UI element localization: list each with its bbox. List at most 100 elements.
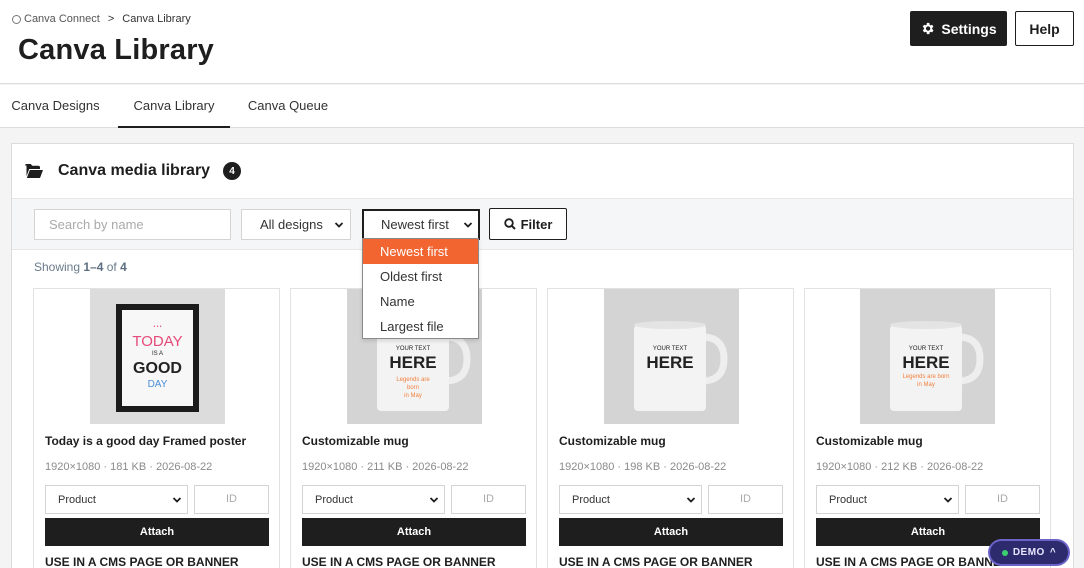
svg-text:Legends are: Legends are: [396, 377, 430, 383]
svg-text:DAY: DAY: [148, 379, 168, 390]
card-title: Customizable mug: [816, 434, 923, 448]
mug-image: YOUR TEXT HERE: [604, 289, 739, 424]
results-summary: Showing 1–4 of 4: [34, 260, 127, 274]
tab-canva-library[interactable]: Canva Library: [118, 85, 230, 128]
card-title: Customizable mug: [559, 434, 666, 448]
sort-option-newest[interactable]: Newest first: [363, 239, 478, 264]
results-of: of: [106, 260, 117, 274]
breadcrumb-current: Canva Library: [122, 13, 191, 25]
svg-text:YOUR TEXT: YOUR TEXT: [396, 346, 431, 352]
svg-text:in May: in May: [404, 393, 422, 399]
svg-text:HERE: HERE: [389, 353, 436, 372]
chevron-down-icon: [943, 497, 953, 503]
breadcrumb-separator: >: [107, 13, 115, 25]
poster-image: • • • TODAY IS A GOOD DAY: [90, 289, 225, 424]
product-select[interactable]: Product: [559, 485, 702, 514]
attach-button[interactable]: Attach: [302, 518, 526, 546]
media-card: • • • TODAY IS A GOOD DAY Today is a goo…: [33, 288, 280, 568]
cms-usage-heading: USE IN A CMS PAGE OR BANNER: [302, 555, 496, 568]
attach-button[interactable]: Attach: [559, 518, 783, 546]
product-select-value: Product: [315, 493, 353, 506]
page-title: Canva Library: [18, 34, 215, 66]
sort-option-largest[interactable]: Largest file: [363, 314, 478, 339]
media-library-panel: Canva media library 4 All designs Newest…: [11, 143, 1074, 568]
id-input[interactable]: ID: [194, 485, 269, 514]
page-header: Canva Connect > Canva Library Canva Libr…: [0, 0, 1084, 84]
svg-text:YOUR TEXT: YOUR TEXT: [909, 346, 944, 352]
media-card: YOUR TEXT HERE Customizable mug 1920×108…: [547, 288, 794, 568]
demo-badge[interactable]: DEMO ^: [988, 539, 1070, 566]
svg-text:in May: in May: [917, 382, 935, 388]
gear-icon: [923, 22, 934, 35]
svg-text:HERE: HERE: [902, 353, 949, 372]
sort-value: Newest first: [381, 217, 449, 232]
mug-thumbnail[interactable]: YOUR TEXT HERE: [604, 289, 739, 424]
chevron-down-icon: [334, 222, 344, 228]
attach-button[interactable]: Attach: [45, 518, 269, 546]
folder-open-icon: [25, 164, 43, 178]
results-prefix: Showing: [34, 260, 81, 274]
product-select-value: Product: [572, 493, 610, 506]
design-type-select[interactable]: All designs: [241, 209, 351, 240]
svg-text:GOOD: GOOD: [133, 360, 182, 377]
status-dot-icon: [1001, 549, 1008, 556]
filter-button-label: Filter: [520, 216, 553, 232]
mug-thumbnail[interactable]: YOUR TEXT HERE Legends are born in May: [860, 289, 995, 424]
breadcrumb-root-link[interactable]: Canva Connect: [24, 13, 100, 25]
svg-text:born: born: [407, 385, 419, 391]
results-range: 1–4: [83, 260, 104, 274]
product-select-value: Product: [58, 493, 96, 506]
sort-dropdown-menu: Newest first Oldest first Name Largest f…: [362, 238, 479, 339]
product-select[interactable]: Product: [45, 485, 188, 514]
search-input[interactable]: [34, 209, 231, 240]
svg-text:HERE: HERE: [646, 353, 693, 372]
card-meta: 1920×1080 · 211 KB · 2026-08-22: [302, 461, 469, 473]
svg-text:TODAY: TODAY: [132, 333, 182, 350]
chevron-down-icon: [172, 497, 182, 503]
svg-text:YOUR TEXT: YOUR TEXT: [653, 346, 688, 352]
product-select-value: Product: [829, 493, 867, 506]
tab-canva-designs[interactable]: Canva Designs: [0, 85, 111, 128]
settings-button[interactable]: Settings: [910, 11, 1007, 46]
cms-usage-heading: USE IN A CMS PAGE OR BANNER: [45, 555, 239, 568]
media-count-badge: 4: [223, 162, 242, 180]
poster-thumbnail[interactable]: • • • TODAY IS A GOOD DAY: [90, 289, 225, 424]
card-meta: 1920×1080 · 181 KB · 2026-08-22: [45, 461, 213, 473]
settings-button-label: Settings: [941, 20, 997, 37]
chevron-down-icon: [686, 497, 696, 503]
filter-button[interactable]: Filter: [489, 208, 567, 240]
search-icon: [503, 218, 516, 230]
id-input[interactable]: ID: [965, 485, 1040, 514]
id-input[interactable]: ID: [708, 485, 783, 514]
filter-bar: All designs Newest first Filter: [12, 198, 1073, 250]
tab-bar: Canva Designs Canva Library Canva Queue: [0, 85, 1084, 128]
svg-text:Legends are born: Legends are born: [902, 374, 949, 380]
product-select[interactable]: Product: [816, 485, 959, 514]
demo-label: DEMO: [1012, 547, 1045, 558]
product-select[interactable]: Product: [302, 485, 445, 514]
sort-option-oldest[interactable]: Oldest first: [363, 264, 478, 289]
chevron-down-icon: [463, 222, 473, 228]
svg-text:IS A: IS A: [152, 351, 163, 357]
chevron-down-icon: [429, 497, 439, 503]
panel-header: Canva media library 4: [25, 162, 242, 180]
canva-icon: [12, 14, 21, 24]
cms-usage-heading: USE IN A CMS PAGE OR BANNER: [559, 555, 753, 568]
help-button[interactable]: Help: [1015, 11, 1074, 46]
chevron-up-icon: ^: [1049, 547, 1057, 558]
tab-canva-queue[interactable]: Canva Queue: [238, 85, 338, 128]
mug-image: YOUR TEXT HERE Legends are born in May: [860, 289, 995, 424]
results-total: 4: [120, 260, 127, 274]
card-meta: 1920×1080 · 212 KB · 2026-08-22: [816, 461, 984, 473]
id-input[interactable]: ID: [451, 485, 526, 514]
media-card: YOUR TEXT HERE Legends are born in May C…: [804, 288, 1051, 568]
cms-usage-heading: USE IN A CMS PAGE OR BANNER: [816, 555, 1010, 568]
card-meta: 1920×1080 · 198 KB · 2026-08-22: [559, 461, 727, 473]
breadcrumb: Canva Connect > Canva Library: [12, 13, 191, 25]
card-title: Customizable mug: [302, 434, 409, 448]
panel-title: Canva media library: [58, 162, 211, 179]
svg-text:• • •: • • •: [153, 324, 161, 330]
sort-option-name[interactable]: Name: [363, 289, 478, 314]
sort-select[interactable]: Newest first: [362, 209, 480, 240]
card-title: Today is a good day Framed poster: [45, 434, 247, 448]
